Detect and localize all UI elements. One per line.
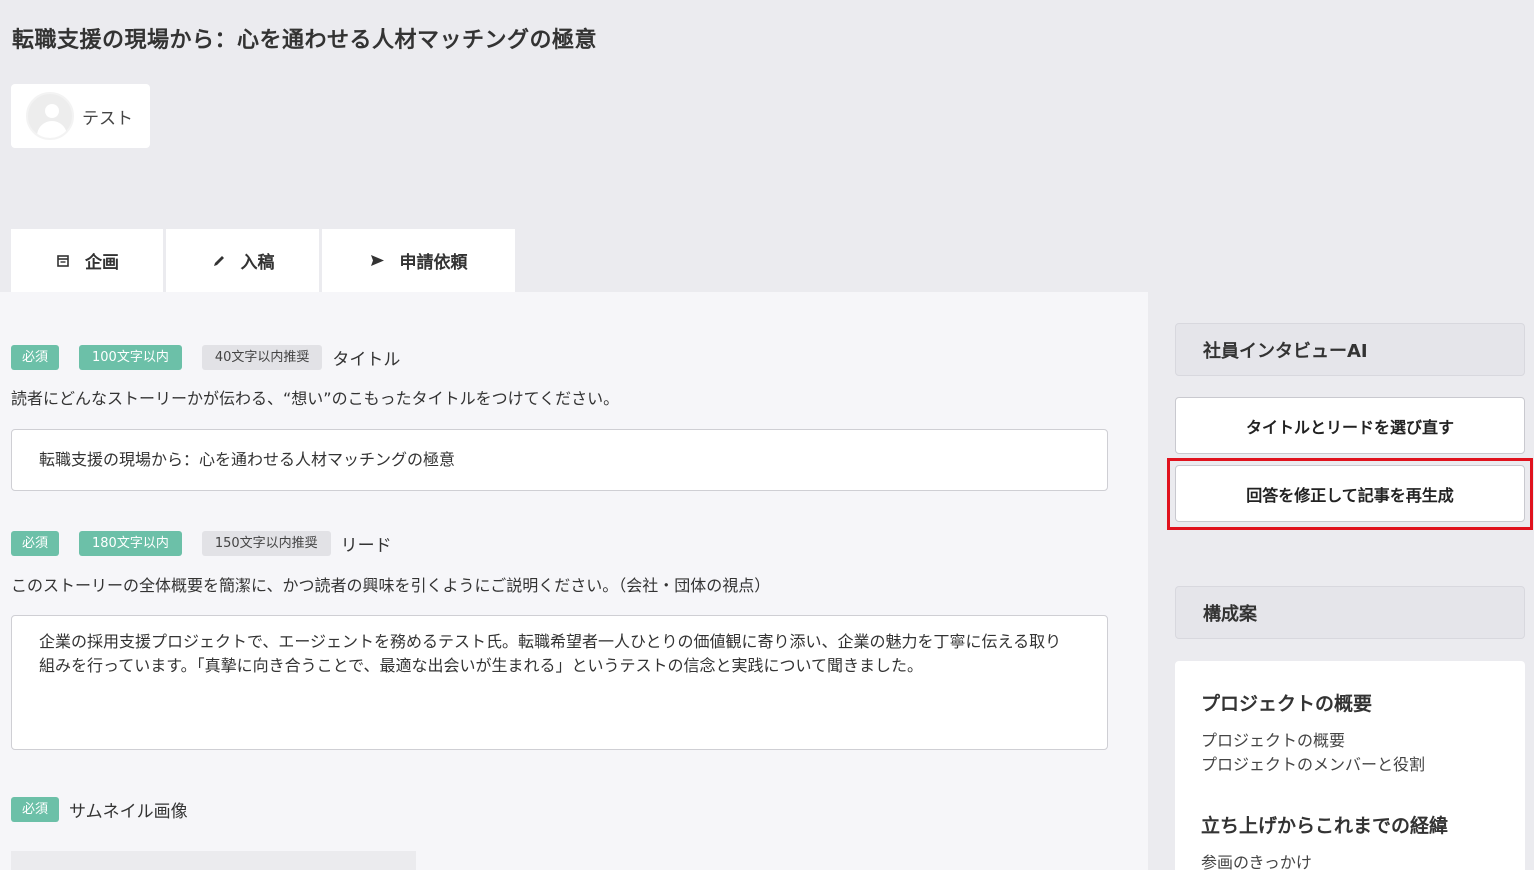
lead-description: このストーリーの全体概要を簡潔に、かつ読者の興味を引くようにご説明ください。（会… [11,576,771,595]
tab-request-label: 申請依頼 [399,253,468,273]
recommend-badge: 40文字以内推奨 [201,345,323,370]
lead-textarea[interactable]: 企業の採用支援プロジェクトで、エージェントを務めるテスト氏。転職希望者一人ひとり… [11,615,1108,750]
outline-section-heading: 立ち上げからこれまでの経緯 [1201,815,1449,837]
outline-header: 構成案 [1175,586,1525,639]
outline-card: プロジェクトの概要 プロジェクトの概要 プロジェクトのメンバーと役割 立ち上げか… [1175,661,1525,870]
ai-panel-header: 社員インタビューAI [1175,323,1525,376]
thumbnail-upload-area[interactable] [11,851,416,870]
page-header: 転職支援の現場から：心を通わせる人材マッチングの極意 テスト 企画 入稿 申請依… [0,0,1534,292]
page-title: 転職支援の現場から：心を通わせる人材マッチングの極意 [12,28,598,53]
avatar [26,92,74,140]
reselect-title-lead-button[interactable]: タイトルとリードを選び直す [1175,397,1525,454]
recommend-badge: 150文字以内推奨 [201,531,331,556]
pencil-icon [211,253,227,269]
limit-badge: 100文字以内 [79,345,182,370]
tab-submit[interactable]: 入稿 [166,229,319,292]
author-card[interactable]: テスト [11,84,150,148]
title-label: タイトル [332,350,401,370]
title-field-header: 必須 100文字以内 40文字以内推奨 タイトル [11,345,400,370]
outline-item: プロジェクトのメンバーと役割 [1201,755,1426,774]
lead-field-header: 必須 180文字以内 150文字以内推奨 リード [11,531,392,556]
required-badge: 必須 [11,797,60,822]
required-badge: 必須 [11,345,60,370]
thumbnail-label: サムネイル画像 [69,802,188,822]
title-input[interactable]: 転職支援の現場から：心を通わせる人材マッチングの極意 [11,429,1108,491]
required-badge: 必須 [11,531,60,556]
send-icon [370,253,386,269]
title-description: 読者にどんなストーリーかが伝わる、“想い”のこもったタイトルをつけてください。 [11,389,620,408]
outline-item: プロジェクトの概要 [1201,731,1346,750]
lead-label: リード [340,536,392,556]
outline-section-heading: プロジェクトの概要 [1201,693,1373,715]
calendar-icon [55,253,71,269]
author-name: テスト [82,108,133,129]
tab-plan-label: 企画 [85,253,119,273]
tab-submit-label: 入稿 [240,253,275,273]
thumbnail-field-header: 必須 サムネイル画像 [11,797,188,822]
tab-plan[interactable]: 企画 [11,229,163,292]
tab-bar: 企画 入稿 申請依頼 [11,229,518,292]
tab-request[interactable]: 申請依頼 [322,229,515,292]
highlight-box [1167,458,1533,530]
limit-badge: 180文字以内 [79,531,182,556]
outline-item: 参画のきっかけ [1201,853,1312,870]
